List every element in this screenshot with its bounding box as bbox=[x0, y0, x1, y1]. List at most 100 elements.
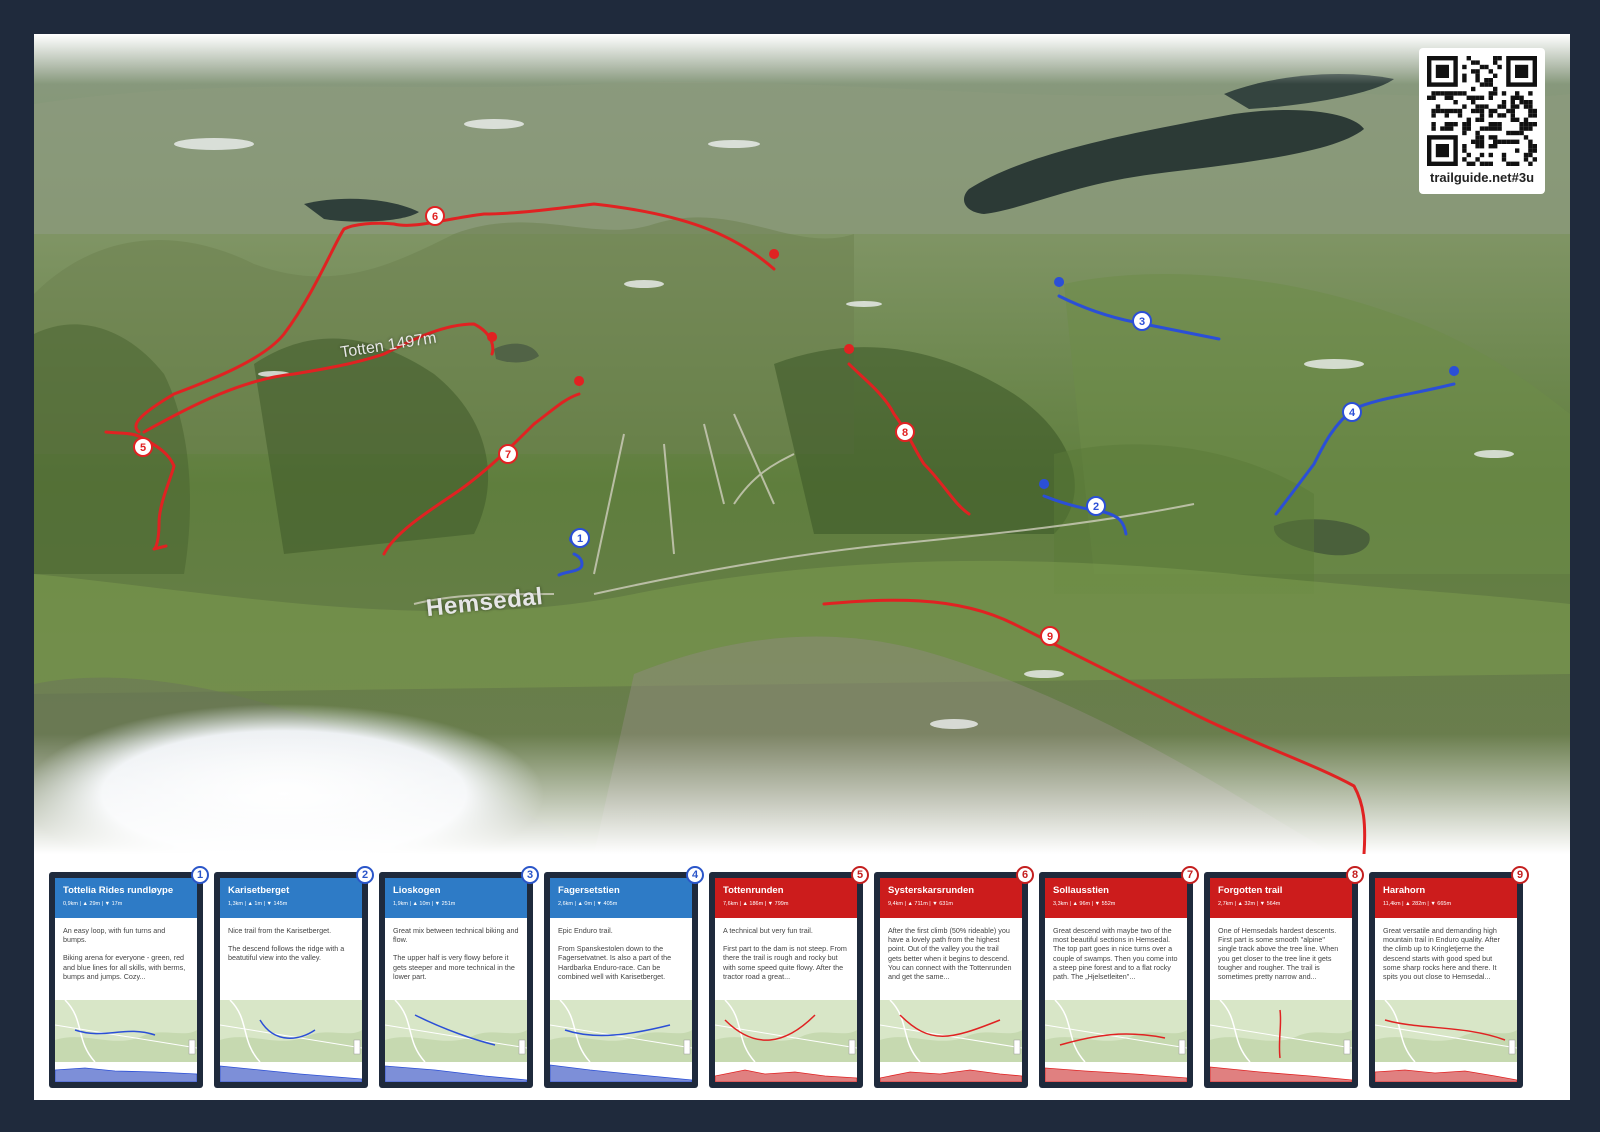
trail-card-paragraph: Great descend with maybe two of the most… bbox=[1053, 926, 1178, 982]
qr-code-graphic bbox=[1427, 56, 1537, 166]
trail-card-stats: 2,6km | ▲ 0m | ▼ 405m bbox=[558, 901, 618, 907]
trail-card-body: Harahorn 11,4km | ▲ 282m | ▼ 665m Great … bbox=[1375, 878, 1517, 1082]
trail-minimap[interactable] bbox=[880, 1000, 1022, 1062]
trail-card-stats: 1,9km | ▲ 10m | ▼ 251m bbox=[393, 901, 456, 907]
trail-card-description: Great descend with maybe two of the most… bbox=[1045, 918, 1187, 998]
trail-card-1[interactable]: Tottelia Rides rundløype 0,9km | ▲ 29m |… bbox=[49, 866, 209, 1088]
trail-card-title: Lioskogen bbox=[393, 885, 441, 896]
trail-card-title: Karisetberget bbox=[228, 885, 290, 896]
trail-card-header: Forgotten trail 2,7km | ▲ 32m | ▼ 564m bbox=[1210, 878, 1352, 918]
trail-card-body: Karisetberget 1,3km | ▲ 1m | ▼ 145m Nice… bbox=[220, 878, 362, 1082]
trail-card-description: One of Hemsedals hardest descents. First… bbox=[1210, 918, 1352, 998]
terrain-svg bbox=[34, 34, 1570, 854]
trail-card-number: 9 bbox=[1511, 866, 1529, 884]
trail-card-header: Harahorn 11,4km | ▲ 282m | ▼ 665m bbox=[1375, 878, 1517, 918]
elevation-profile bbox=[220, 1065, 362, 1082]
trail-card-header: Sollausstien 3,3km | ▲ 96m | ▼ 552m bbox=[1045, 878, 1187, 918]
trail-card-number: 3 bbox=[521, 866, 539, 884]
trail-card-5[interactable]: Tottenrunden 7,6km | ▲ 186m | ▼ 799m A t… bbox=[709, 866, 869, 1088]
trail-card-paragraph: After the first climb (50% rideable) you… bbox=[888, 926, 1012, 982]
trail-card-paragraph: Epic Enduro trail. bbox=[558, 926, 613, 935]
elevation-profile bbox=[715, 1069, 857, 1082]
trail-minimap[interactable] bbox=[385, 1000, 527, 1062]
trail-card-2[interactable]: Karisetberget 1,3km | ▲ 1m | ▼ 145m Nice… bbox=[214, 866, 374, 1088]
trail-card-title: Fagersetstien bbox=[558, 885, 620, 896]
trail-minimap[interactable] bbox=[1210, 1000, 1352, 1062]
trail-card-header: Karisetberget 1,3km | ▲ 1m | ▼ 145m bbox=[220, 878, 362, 918]
trail-card-number: 6 bbox=[1016, 866, 1034, 884]
trail-card-header: Fagersetstien 2,6km | ▲ 0m | ▼ 405m bbox=[550, 878, 692, 918]
trail-card-description: A technical but very fun trail. First par… bbox=[715, 918, 857, 998]
trail-card-paragraph: Great versatile and demanding high mount… bbox=[1383, 926, 1500, 982]
trail-card-header: Systerskarsrunden 9,4km | ▲ 711m | ▼ 631… bbox=[880, 878, 1022, 918]
trail-minimap[interactable] bbox=[1375, 1000, 1517, 1062]
trail-card-stats: 3,3km | ▲ 96m | ▼ 552m bbox=[1053, 901, 1116, 907]
trail-card-paragraph: The upper half is very flowy before it g… bbox=[393, 953, 515, 981]
trail-card-header: Tottenrunden 7,6km | ▲ 186m | ▼ 799m bbox=[715, 878, 857, 918]
elevation-profile bbox=[385, 1065, 527, 1082]
trail-card-paragraph: From Spanskestolen down to the Fagersetv… bbox=[558, 944, 672, 981]
trail-card-9[interactable]: Harahorn 11,4km | ▲ 282m | ▼ 665m Great … bbox=[1369, 866, 1529, 1088]
trail-card-paragraph: One of Hemsedals hardest descents. First… bbox=[1218, 926, 1339, 982]
trail-card-3[interactable]: Lioskogen 1,9km | ▲ 10m | ▼ 251m Great m… bbox=[379, 866, 539, 1088]
trail-card-paragraph: An easy loop, with fun turns and bumps. bbox=[63, 926, 166, 945]
trail-minimap[interactable] bbox=[550, 1000, 692, 1062]
qr-code[interactable]: trailguide.net#3u bbox=[1419, 48, 1545, 194]
trail-minimap[interactable] bbox=[220, 1000, 362, 1062]
trail-card-paragraph: Great mix between technical biking and f… bbox=[393, 926, 519, 945]
trail-card-body: Tottenrunden 7,6km | ▲ 186m | ▼ 799m A t… bbox=[715, 878, 857, 1082]
trail-card-number: 1 bbox=[191, 866, 209, 884]
trail-minimap[interactable] bbox=[715, 1000, 857, 1062]
trail-card-stats: 9,4km | ▲ 711m | ▼ 631m bbox=[888, 901, 953, 907]
trail-card-description: Epic Enduro trail. From Spanskestolen dow… bbox=[550, 918, 692, 998]
elevation-profile bbox=[880, 1069, 1022, 1082]
trail-card-title: Tottelia Rides rundløype bbox=[63, 885, 174, 896]
trail-card-stats: 2,7km | ▲ 32m | ▼ 564m bbox=[1218, 901, 1281, 907]
trail-card-title: Harahorn bbox=[1383, 885, 1426, 896]
elevation-profile bbox=[1045, 1067, 1187, 1082]
terrain-map[interactable]: Hemsedal Totten 1497m trailguide.net#3u … bbox=[34, 34, 1570, 854]
poster-frame: Hemsedal Totten 1497m trailguide.net#3u … bbox=[34, 34, 1570, 1100]
trail-card-body: Lioskogen 1,9km | ▲ 10m | ▼ 251m Great m… bbox=[385, 878, 527, 1082]
trail-card-description: Great mix between technical biking and f… bbox=[385, 918, 527, 998]
trail-card-title: Forgotten trail bbox=[1218, 885, 1283, 896]
trail-card-paragraph: First part to the dam is not steep. From… bbox=[723, 944, 847, 981]
trail-card-body: Sollausstien 3,3km | ▲ 96m | ▼ 552m Grea… bbox=[1045, 878, 1187, 1082]
trail-card-title: Sollausstien bbox=[1053, 885, 1109, 896]
trail-card-number: 4 bbox=[686, 866, 704, 884]
trail-card-paragraph: Nice trail from the Karisetberget. bbox=[228, 926, 332, 935]
qr-url: trailguide.net#3u bbox=[1429, 170, 1535, 185]
trail-card-description: An easy loop, with fun turns and bumps. B… bbox=[55, 918, 197, 998]
trail-card-paragraph: The descend follows the ridge with a bea… bbox=[228, 944, 345, 963]
trail-card-title: Systerskarsrunden bbox=[888, 885, 975, 896]
trail-cards: Tottelia Rides rundløype 0,9km | ▲ 29m |… bbox=[49, 866, 1555, 1088]
trail-minimap[interactable] bbox=[55, 1000, 197, 1062]
trail-card-8[interactable]: Forgotten trail 2,7km | ▲ 32m | ▼ 564m O… bbox=[1204, 866, 1364, 1088]
trail-card-4[interactable]: Fagersetstien 2,6km | ▲ 0m | ▼ 405m Epic… bbox=[544, 866, 704, 1088]
trail-card-number: 5 bbox=[851, 866, 869, 884]
trail-card-paragraph: A technical but very fun trail. bbox=[723, 926, 813, 935]
trail-card-body: Forgotten trail 2,7km | ▲ 32m | ▼ 564m O… bbox=[1210, 878, 1352, 1082]
trail-card-paragraph: Biking arena for everyone - green, red a… bbox=[63, 953, 186, 981]
trail-card-description: Great versatile and demanding high mount… bbox=[1375, 918, 1517, 998]
trail-card-description: After the first climb (50% rideable) you… bbox=[880, 918, 1022, 998]
trail-card-7[interactable]: Sollausstien 3,3km | ▲ 96m | ▼ 552m Grea… bbox=[1039, 866, 1199, 1088]
trail-card-body: Systerskarsrunden 9,4km | ▲ 711m | ▼ 631… bbox=[880, 878, 1022, 1082]
trail-card-stats: 1,3km | ▲ 1m | ▼ 145m bbox=[228, 901, 288, 907]
trail-card-header: Tottelia Rides rundløype 0,9km | ▲ 29m |… bbox=[55, 878, 197, 918]
trail-card-6[interactable]: Systerskarsrunden 9,4km | ▲ 711m | ▼ 631… bbox=[874, 866, 1034, 1088]
trail-card-number: 2 bbox=[356, 866, 374, 884]
elevation-profile bbox=[1375, 1069, 1517, 1082]
trail-card-body: Fagersetstien 2,6km | ▲ 0m | ▼ 405m Epic… bbox=[550, 878, 692, 1082]
elevation-profile bbox=[550, 1064, 692, 1082]
elevation-profile bbox=[1210, 1066, 1352, 1082]
trail-card-number: 7 bbox=[1181, 866, 1199, 884]
trail-card-stats: 11,4km | ▲ 282m | ▼ 665m bbox=[1383, 901, 1452, 907]
trail-card-description: Nice trail from the Karisetberget. The de… bbox=[220, 918, 362, 998]
trail-card-title: Tottenrunden bbox=[723, 885, 784, 896]
trail-card-number: 8 bbox=[1346, 866, 1364, 884]
elevation-profile bbox=[55, 1067, 197, 1082]
trail-card-stats: 0,9km | ▲ 29m | ▼ 17m bbox=[63, 901, 123, 907]
trail-card-stats: 7,6km | ▲ 186m | ▼ 799m bbox=[723, 901, 789, 907]
trail-minimap[interactable] bbox=[1045, 1000, 1187, 1062]
